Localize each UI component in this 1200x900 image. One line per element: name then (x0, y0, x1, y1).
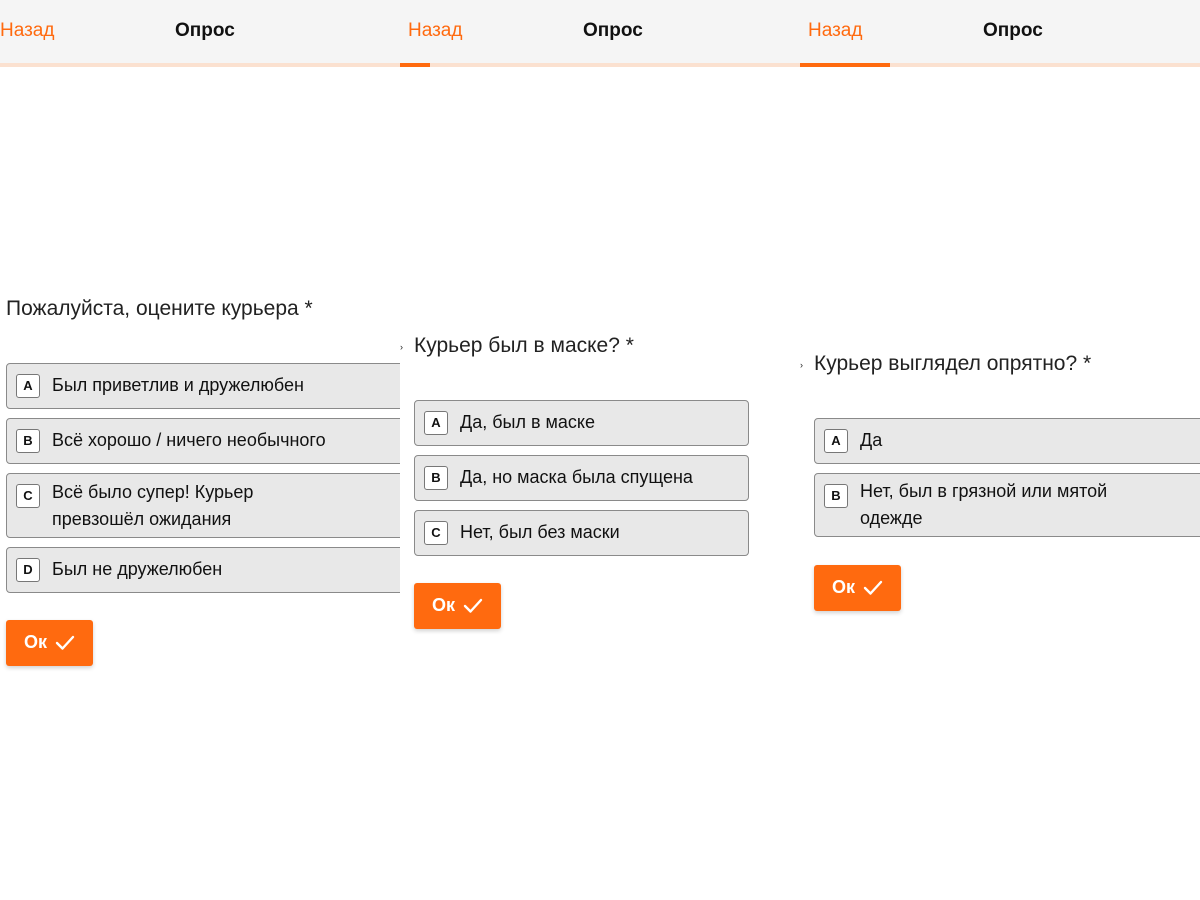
option-key: A (824, 429, 848, 453)
top-bar: Назад Опрос (0, 0, 400, 63)
survey-screen-3: Назад Опрос › Курьер выглядел опрятно? *… (800, 0, 1200, 900)
option-a[interactable]: A Да, был в маске (414, 400, 749, 446)
option-b[interactable]: B Нет, был в грязной или мятой одежде (814, 473, 1200, 537)
option-key: B (16, 429, 40, 453)
survey-screen-2: Назад Опрос › Курьер был в маске? * A Да… (400, 0, 800, 900)
option-key: A (424, 411, 448, 435)
ok-button[interactable]: Ок (814, 565, 901, 611)
option-key: B (824, 484, 848, 508)
progress-fill (800, 63, 890, 67)
option-label: Всё хорошо / ничего необычного (52, 430, 326, 450)
page-title: Опрос (583, 20, 643, 41)
option-key: C (16, 484, 40, 508)
option-key: B (424, 466, 448, 490)
option-key: D (16, 558, 40, 582)
page-title: Опрос (175, 20, 235, 41)
option-key: C (424, 521, 448, 545)
ok-button[interactable]: Ок (414, 583, 501, 629)
question-title: Пожалуйста, оцените курьера * (6, 297, 313, 320)
progress-bar (400, 63, 800, 67)
progress-bar (0, 63, 400, 67)
option-c[interactable]: C Нет, был без маски (414, 510, 749, 556)
question-arrow-icon: › (800, 360, 803, 370)
question-title: Курьер был в маске? * (414, 334, 634, 357)
option-b[interactable]: B Всё хорошо / ничего необычного (6, 418, 400, 464)
option-label: Был приветлив и дружелюбен (52, 375, 304, 395)
back-link[interactable]: Назад (0, 20, 54, 42)
progress-bar (800, 63, 1200, 67)
progress-fill (400, 63, 430, 67)
question-arrow-icon: › (400, 342, 403, 352)
option-label: Да, был в маске (460, 412, 595, 432)
top-bar: Назад Опрос (400, 0, 800, 63)
top-bar: Назад Опрос (800, 0, 1200, 63)
option-label: Да, но маска была спущена (460, 467, 693, 487)
page-title: Опрос (983, 20, 1043, 41)
option-d[interactable]: D Был не дружелюбен (6, 547, 400, 593)
checkmark-icon (55, 635, 75, 650)
back-link[interactable]: Назад (408, 20, 462, 42)
option-label: Да (860, 430, 883, 450)
option-b[interactable]: B Да, но маска была спущена (414, 455, 749, 501)
ok-button-label: Ок (832, 577, 856, 597)
option-label: Был не дружелюбен (52, 559, 223, 579)
option-label: Нет, был без маски (460, 522, 620, 542)
back-link[interactable]: Назад (808, 20, 862, 42)
ok-button[interactable]: Ок (6, 620, 93, 666)
ok-button-label: Ок (24, 632, 48, 652)
ok-button-label: Ок (432, 595, 456, 615)
option-a[interactable]: A Был приветлив и дружелюбен (6, 363, 400, 409)
option-a[interactable]: A Да (814, 418, 1200, 464)
option-key: A (16, 374, 40, 398)
checkmark-icon (463, 598, 483, 613)
option-label: Нет, был в грязной или мятой одежде (860, 481, 1108, 528)
checkmark-icon (863, 580, 883, 595)
survey-screen-1: Назад Опрос Пожалуйста, оцените курьера … (0, 0, 400, 900)
option-label: Всё было супер! Курьер превзошёл ожидани… (52, 482, 254, 529)
option-c[interactable]: C Всё было супер! Курьер превзошёл ожида… (6, 473, 400, 538)
question-title: Курьер выглядел опрятно? * (814, 352, 1092, 375)
